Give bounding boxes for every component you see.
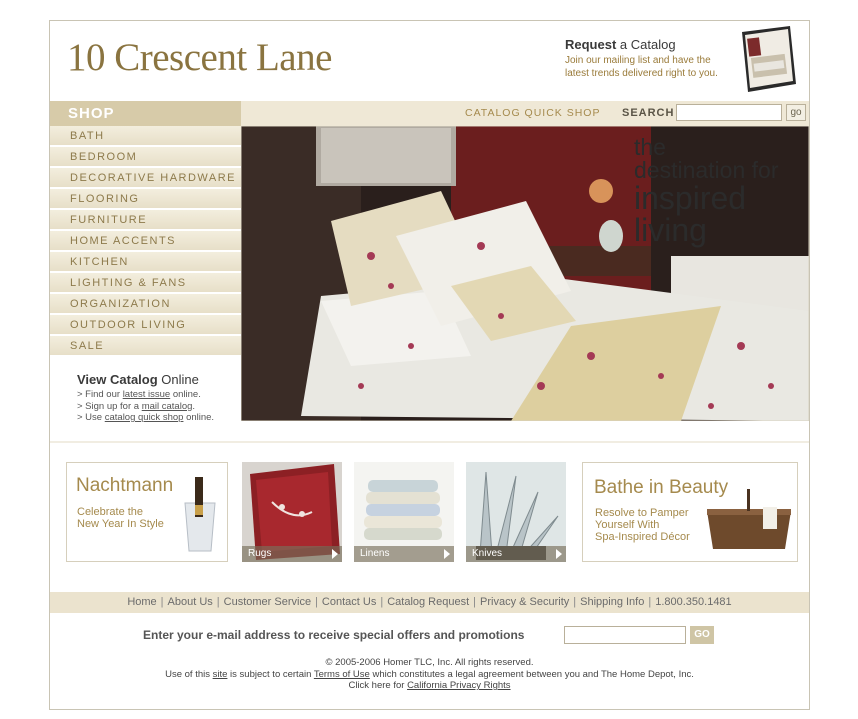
hero-banner[interactable]: the destination for inspired living: [241, 126, 809, 421]
tile-linens[interactable]: Linens: [354, 462, 454, 562]
nav-item-bath[interactable]: BATH: [50, 126, 241, 146]
copyright: © 2005-2006 Homer TLC, Inc. All rights r…: [325, 657, 534, 668]
nav-item-home-accents[interactable]: HOME ACCENTS: [50, 231, 241, 251]
tile-knives[interactable]: Knives: [466, 462, 566, 562]
separator: |: [315, 596, 318, 608]
request-rest: a Catalog: [616, 37, 676, 52]
terms-mid: is subject to certain: [227, 668, 314, 680]
promo-nachtmann[interactable]: Nachtmann Celebrate the New Year In Styl…: [66, 462, 228, 562]
arrow-right-icon: [444, 549, 450, 559]
tile-linens-caption: Linens: [354, 546, 454, 562]
view-catalog-line-3: > Use catalog quick shop online.: [77, 412, 214, 424]
separator: |: [473, 596, 477, 608]
catalog-cover-image[interactable]: [738, 26, 798, 92]
site-link[interactable]: site: [213, 669, 228, 680]
separator: |: [380, 596, 384, 608]
category-nav: BATH BEDROOM DECORATIVE HARDWARE FLOORIN…: [50, 126, 241, 357]
catalog-quick-shop-inline-link[interactable]: catalog quick shop: [105, 412, 184, 423]
promo-bathe-sub-1: Resolve to Pamper: [595, 507, 689, 519]
latest-issue-link[interactable]: latest issue: [123, 389, 171, 400]
view-catalog-list: > Find our latest issue online. > Sign u…: [77, 389, 214, 424]
footer-nav-bar: Home | About Us | Customer Service | Contact U…: [50, 592, 809, 613]
hero-line-4: living: [634, 212, 707, 248]
legal-text: © 2005-2006 Homer TLC, Inc. All rights r…: [50, 657, 809, 692]
view-catalog-line-2: > Sign up for a mail catalog.: [77, 401, 214, 413]
vc-l3-post: online.: [183, 412, 215, 423]
shop-heading: SHOP: [50, 101, 241, 126]
search-go-button[interactable]: go: [786, 104, 806, 121]
footer-link-contact-us[interactable]: Contact Us: [322, 596, 376, 608]
hero-line-1: the: [634, 134, 666, 160]
nav-item-sale[interactable]: SALE: [50, 336, 241, 356]
vc-l3-pre: > Use: [77, 412, 105, 423]
request-catalog-link[interactable]: Request a Catalog: [565, 37, 676, 52]
nav-item-lighting-fans[interactable]: LIGHTING & FANS: [50, 273, 241, 293]
footer-link-home[interactable]: Home: [127, 596, 156, 608]
promo-bathe-sub-2: Yourself With: [595, 519, 660, 531]
view-catalog-heading[interactable]: View Catalog Online: [77, 372, 199, 387]
footer-link-shipping-info[interactable]: Shipping Info: [580, 596, 644, 608]
separator: |: [160, 596, 164, 608]
california-privacy-link[interactable]: California Privacy Rights: [407, 680, 510, 691]
request-bold: Request: [565, 37, 617, 52]
terms-pre: Use of this: [165, 668, 213, 680]
arrow-right-icon: [556, 549, 562, 559]
view-catalog-line-1: > Find our latest issue online.: [77, 389, 214, 401]
page-frame: 10 Crescent Lane Request a Catalog Join …: [49, 20, 810, 710]
email-input[interactable]: [564, 626, 686, 644]
request-catalog-text: Join our mailing list and have the lates…: [565, 55, 718, 79]
promo-bathe-sub: Resolve to Pamper Yourself With Spa-Insp…: [595, 507, 690, 543]
tile-rugs-caption: Rugs: [242, 546, 342, 562]
footer-phone: 1.800.350.1481: [655, 596, 732, 608]
vc-l2-post: .: [192, 400, 196, 412]
email-signup-label: Enter your e-mail address to receive spe…: [143, 628, 525, 642]
separator: |: [573, 596, 577, 608]
promo-nachtmann-sub-1: Celebrate the: [77, 506, 144, 518]
catalog-quick-shop-link[interactable]: CATALOG QUICK SHOP: [465, 107, 600, 119]
nav-item-organization[interactable]: ORGANIZATION: [50, 294, 241, 314]
nav-item-bedroom[interactable]: BEDROOM: [50, 147, 241, 167]
promo-nachtmann-sub: Celebrate the New Year In Style: [77, 506, 164, 530]
footer-link-about-us[interactable]: About Us: [168, 596, 213, 608]
hero-tagline: the destination for inspired living: [634, 134, 804, 248]
site-logo[interactable]: 10 Crescent Lane: [67, 35, 332, 80]
terms-line: Use of this site is subject to certain T…: [50, 669, 809, 681]
promo-nachtmann-title: Nachtmann: [76, 475, 174, 496]
divider: [50, 441, 809, 443]
nav-item-flooring[interactable]: FLOORING: [50, 189, 241, 209]
footer-link-catalog-request[interactable]: Catalog Request: [387, 596, 469, 608]
nav-item-furniture[interactable]: FURNITURE: [50, 210, 241, 230]
separator: |: [216, 596, 220, 608]
hero-line-3: inspired: [634, 180, 747, 216]
footer-link-privacy-security[interactable]: Privacy & Security: [480, 596, 569, 608]
search-label: SEARCH: [622, 107, 675, 119]
mail-catalog-link[interactable]: mail catalog: [142, 401, 193, 412]
privacy-line: Click here for California Privacy Rights: [50, 680, 809, 692]
promo-nachtmann-sub-2: New Year In Style: [77, 518, 164, 530]
privacy-pre: Click here for: [348, 680, 408, 691]
nav-item-decorative-hardware[interactable]: DECORATIVE HARDWARE: [50, 168, 241, 188]
separator: |: [648, 596, 652, 608]
vc-l1-post: online.: [170, 389, 201, 400]
email-go-button[interactable]: GO: [690, 626, 714, 644]
promo-bathe-sub-3: Spa-Inspired Décor: [595, 531, 690, 543]
view-catalog-rest: Online: [157, 372, 199, 387]
terms-of-use-link[interactable]: Terms of Use: [314, 669, 370, 680]
wooden-tub-image: [707, 489, 791, 549]
tile-rugs[interactable]: Rugs: [242, 462, 342, 562]
search-input[interactable]: [676, 104, 782, 121]
promo-bathe-in-beauty[interactable]: Bathe in Beauty Resolve to Pamper Yourse…: [582, 462, 798, 562]
crystal-bucket-image: [184, 477, 216, 552]
vc-l1-pre: > Find our: [77, 389, 123, 400]
view-catalog-bold: View Catalog: [77, 372, 158, 387]
vc-l2-pre: > Sign up for a: [77, 400, 142, 412]
nav-item-outdoor-living[interactable]: OUTDOOR LIVING: [50, 315, 241, 335]
tile-knives-caption: Knives: [466, 546, 566, 562]
terms-post: which constitutes a legal agreement betw…: [369, 668, 694, 680]
hero-line-2: destination for: [634, 157, 779, 183]
arrow-right-icon: [332, 549, 338, 559]
nav-item-kitchen[interactable]: KITCHEN: [50, 252, 241, 272]
footer-link-customer-service[interactable]: Customer Service: [224, 596, 311, 608]
